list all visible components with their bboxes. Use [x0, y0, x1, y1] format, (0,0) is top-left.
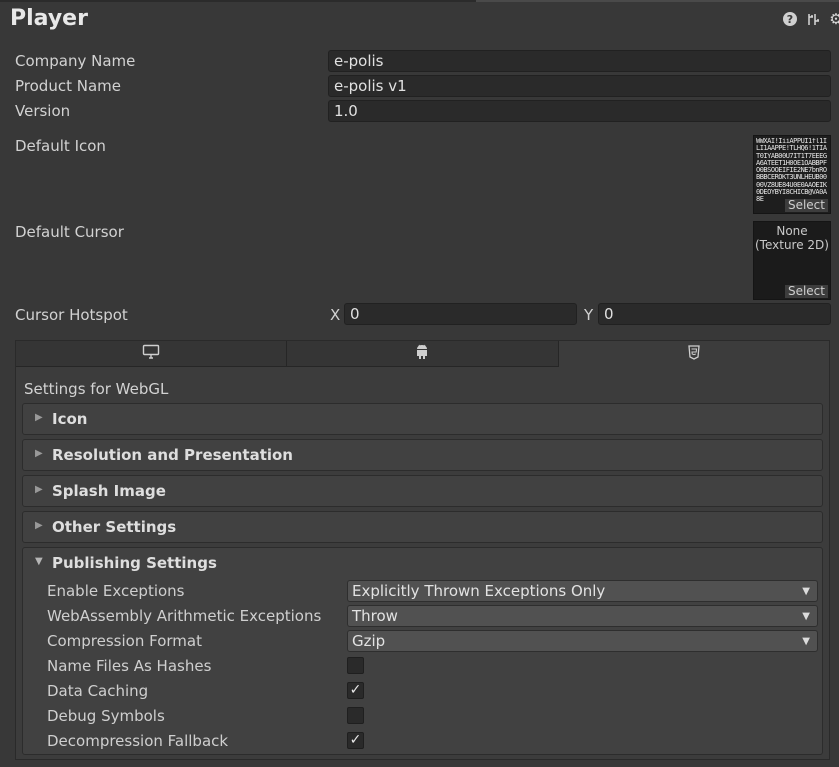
- none-line-1: None: [776, 224, 808, 238]
- compression-format-label: Compression Format: [47, 632, 202, 650]
- decompression-fallback-checkbox[interactable]: ✓: [347, 732, 364, 749]
- version-label: Version: [15, 102, 71, 120]
- checkmark-icon: ✓: [349, 682, 362, 698]
- chevron-right-icon: ▶: [35, 484, 43, 495]
- tab-android[interactable]: [287, 341, 559, 367]
- monitor-icon: [142, 344, 160, 363]
- foldout-icon-label: Icon: [52, 410, 88, 428]
- android-icon: [415, 344, 429, 364]
- foldout-resolution[interactable]: ▶ Resolution and Presentation: [22, 439, 823, 471]
- data-caching-checkbox[interactable]: ✓: [347, 682, 364, 699]
- hotspot-y-field[interactable]: 0: [598, 303, 831, 325]
- none-line-2: (Texture 2D): [755, 238, 829, 252]
- company-name-label: Company Name: [15, 52, 136, 70]
- default-cursor-slot[interactable]: None (Texture 2D) Select: [753, 221, 831, 300]
- enable-exceptions-value: Explicitly Thrown Exceptions Only: [352, 582, 606, 600]
- top-border-highlight: [476, 0, 839, 2]
- foldout-resolution-label: Resolution and Presentation: [52, 446, 293, 464]
- top-border: [0, 0, 839, 2]
- dropdown-caret-icon: ▼: [802, 636, 810, 647]
- data-caching-label: Data Caching: [47, 682, 149, 700]
- debug-symbols-checkbox[interactable]: [347, 707, 364, 724]
- chevron-right-icon: ▶: [35, 412, 43, 423]
- chevron-right-icon: ▶: [35, 448, 43, 459]
- chevron-right-icon: ▶: [35, 520, 43, 531]
- help-icon[interactable]: ?: [783, 12, 797, 26]
- decompression-fallback-label: Decompression Fallback: [47, 732, 229, 750]
- debug-symbols-label: Debug Symbols: [47, 707, 165, 725]
- default-cursor-select-button[interactable]: Select: [784, 285, 828, 298]
- compression-format-value: Gzip: [352, 632, 386, 650]
- foldout-other-label: Other Settings: [52, 518, 177, 536]
- wasm-arith-value: Throw: [352, 607, 398, 625]
- default-icon-thumbnail: WWXAI!IiiAPPUI1fl1ILI1AAPPE!TLHQ6!1TIAT0…: [756, 138, 827, 202]
- html5-icon: [688, 344, 700, 364]
- dropdown-caret-icon: ▼: [802, 586, 810, 597]
- hotspot-y-label: Y: [584, 306, 594, 324]
- default-icon-slot[interactable]: WWXAI!IiiAPPUI1fl1ILI1AAPPE!TLHQ6!1TIAT0…: [753, 135, 831, 214]
- preset-icon[interactable]: [806, 12, 820, 26]
- wasm-arith-label: WebAssembly Arithmetic Exceptions: [47, 607, 322, 625]
- cursor-hotspot-label: Cursor Hotspot: [15, 306, 128, 324]
- hotspot-x-field[interactable]: 0: [344, 303, 577, 325]
- chevron-down-icon[interactable]: ▼: [35, 556, 43, 567]
- enable-exceptions-label: Enable Exceptions: [47, 582, 185, 600]
- default-cursor-none-text: None (Texture 2D): [754, 224, 830, 252]
- gear-icon[interactable]: ⚙: [829, 10, 839, 28]
- enable-exceptions-dropdown[interactable]: Explicitly Thrown Exceptions Only ▼: [347, 580, 818, 602]
- dropdown-caret-icon: ▼: [802, 611, 810, 622]
- default-cursor-label: Default Cursor: [15, 223, 124, 241]
- tab-standalone[interactable]: [16, 341, 288, 367]
- company-name-field[interactable]: e-polis: [328, 50, 831, 72]
- name-files-hashes-label: Name Files As Hashes: [47, 657, 212, 675]
- default-icon-select-button[interactable]: Select: [784, 199, 828, 212]
- hotspot-x-label: X: [330, 306, 341, 324]
- foldout-publishing-label[interactable]: Publishing Settings: [52, 554, 217, 572]
- foldout-icon[interactable]: ▶ Icon: [22, 403, 823, 435]
- tab-webgl[interactable]: [558, 341, 829, 367]
- foldout-other[interactable]: ▶ Other Settings: [22, 511, 823, 543]
- checkmark-icon: ✓: [349, 732, 362, 748]
- wasm-arith-dropdown[interactable]: Throw ▼: [347, 605, 818, 627]
- name-files-hashes-checkbox[interactable]: [347, 657, 364, 674]
- settings-for-heading: Settings for WebGL: [24, 380, 169, 398]
- platform-tabs: [16, 341, 829, 367]
- inspector-title: Player: [10, 6, 88, 31]
- product-name-label: Product Name: [15, 77, 121, 95]
- version-field[interactable]: 1.0: [328, 100, 831, 122]
- product-name-field[interactable]: e-polis v1: [328, 75, 831, 97]
- foldout-splash-label: Splash Image: [52, 482, 166, 500]
- default-icon-label: Default Icon: [15, 137, 106, 155]
- foldout-splash[interactable]: ▶ Splash Image: [22, 475, 823, 507]
- compression-format-dropdown[interactable]: Gzip ▼: [347, 630, 818, 652]
